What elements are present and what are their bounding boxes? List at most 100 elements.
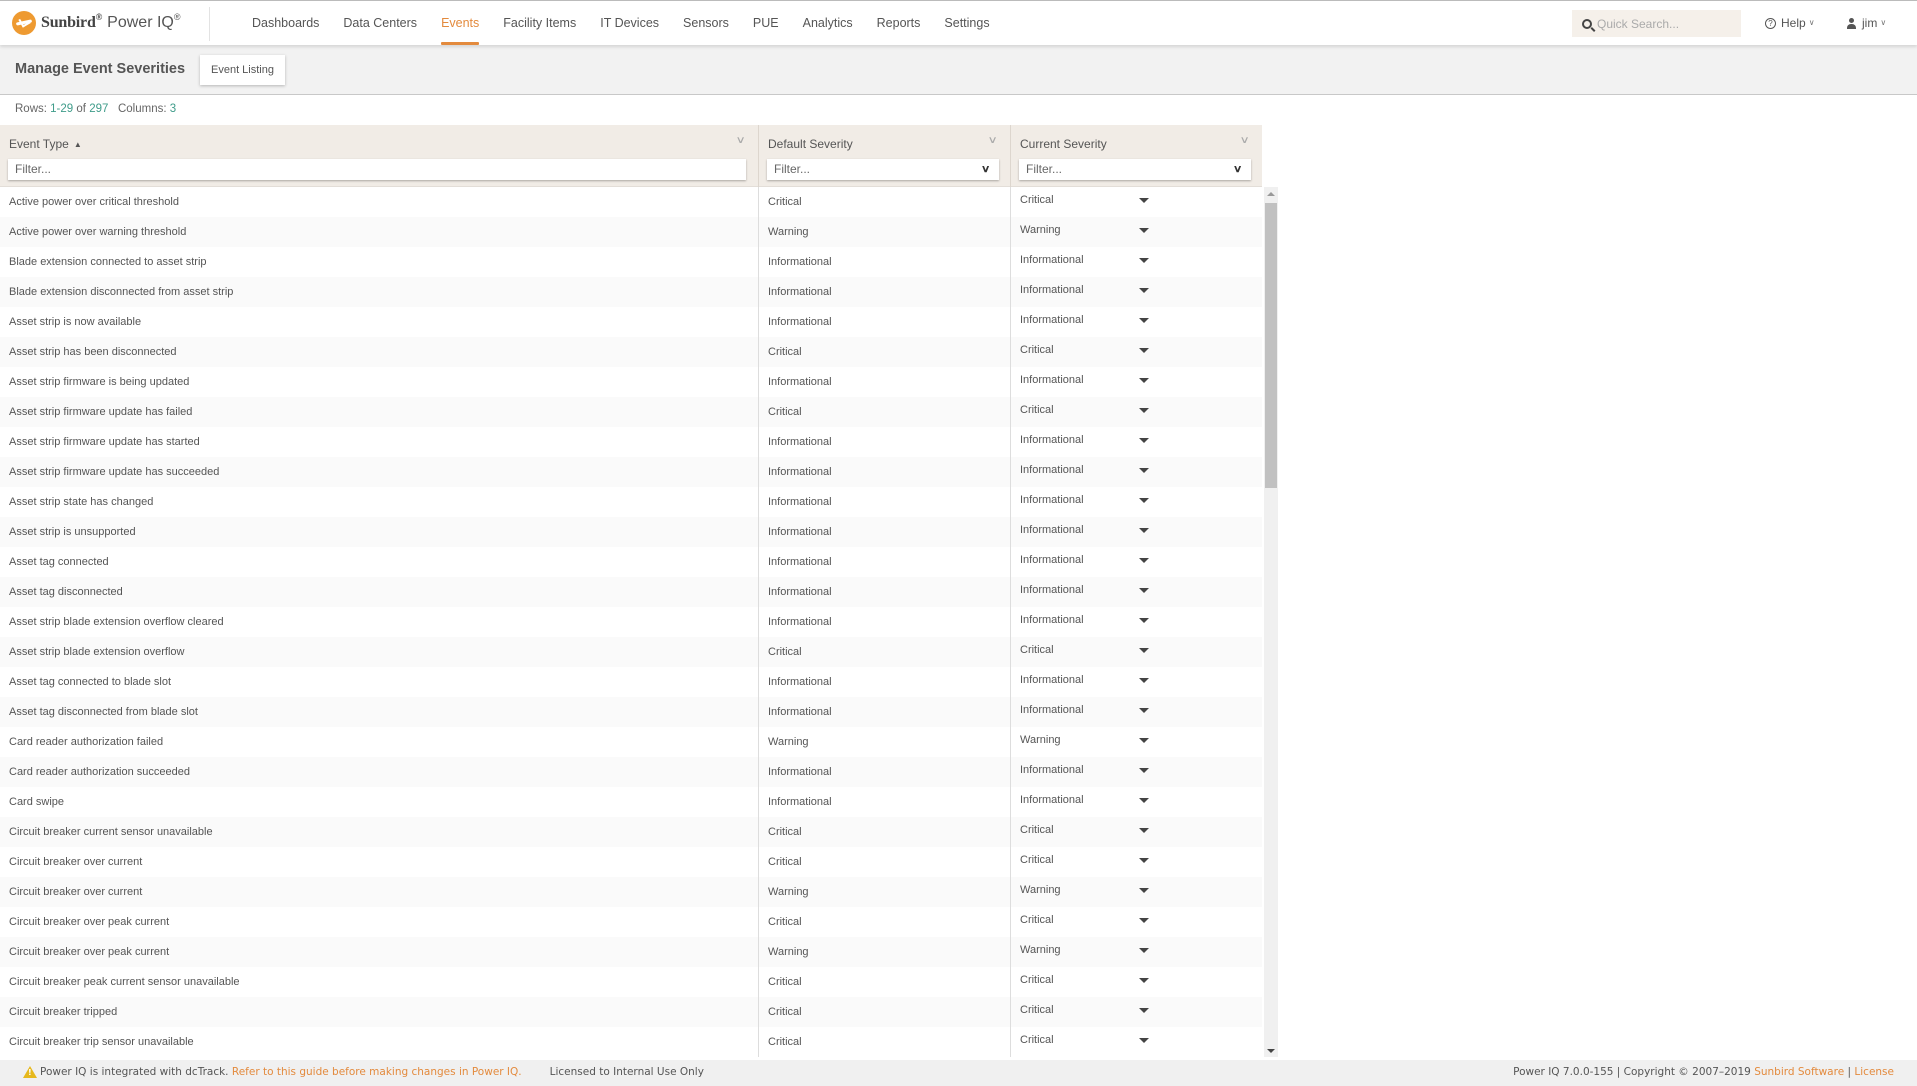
- caret-down-icon[interactable]: [1139, 618, 1149, 623]
- column-menu-chevron-icon[interactable]: ∨: [735, 135, 745, 146]
- caret-down-icon[interactable]: [1139, 828, 1149, 833]
- current-severity-select[interactable]: Informational: [1010, 787, 1262, 817]
- default-severity-filter-select[interactable]: Filter... ∨: [767, 159, 999, 180]
- caret-down-icon[interactable]: [1139, 1008, 1149, 1013]
- scroll-down-arrow-icon[interactable]: [1267, 1049, 1275, 1053]
- current-severity-select[interactable]: Critical: [1010, 817, 1262, 847]
- table-row[interactable]: Active power over warning threshold Warni…: [0, 217, 1262, 247]
- current-severity-select[interactable]: Informational: [1010, 427, 1262, 457]
- caret-down-icon[interactable]: [1139, 708, 1149, 713]
- current-severity-select[interactable]: Critical: [1010, 907, 1262, 937]
- table-row[interactable]: Circuit breaker over current Warning Warni…: [0, 877, 1262, 907]
- table-row[interactable]: Circuit breaker over peak current Critica…: [0, 907, 1262, 937]
- current-severity-select[interactable]: Critical: [1010, 397, 1262, 427]
- caret-down-icon[interactable]: [1139, 348, 1149, 353]
- column-label-current-severity[interactable]: Current Severity: [1020, 137, 1107, 151]
- caret-down-icon[interactable]: [1139, 648, 1149, 653]
- table-row[interactable]: Blade extension disconnected from asset …: [0, 277, 1262, 307]
- caret-down-icon[interactable]: [1139, 318, 1149, 323]
- nav-item-facility-items[interactable]: Facility Items: [491, 1, 588, 45]
- current-severity-select[interactable]: Informational: [1010, 577, 1262, 607]
- caret-down-icon[interactable]: [1139, 408, 1149, 413]
- scroll-up-arrow-icon[interactable]: [1267, 192, 1275, 196]
- caret-down-icon[interactable]: [1139, 438, 1149, 443]
- table-row[interactable]: Circuit breaker trip sensor unavailable C…: [0, 1027, 1262, 1057]
- table-row[interactable]: Circuit breaker over peak current Warning…: [0, 937, 1262, 967]
- nav-item-pue[interactable]: PUE: [741, 1, 791, 45]
- current-severity-select[interactable]: Informational: [1010, 667, 1262, 697]
- table-row[interactable]: Asset tag disconnected from blade slot In…: [0, 697, 1262, 727]
- table-row[interactable]: Asset strip blade extension overflow Crit…: [0, 637, 1262, 667]
- table-row[interactable]: Asset strip is now available Informationa…: [0, 307, 1262, 337]
- nav-item-settings[interactable]: Settings: [932, 1, 1001, 45]
- table-row[interactable]: Asset tag connected to blade slot Informa…: [0, 667, 1262, 697]
- caret-down-icon[interactable]: [1139, 948, 1149, 953]
- caret-down-icon[interactable]: [1139, 738, 1149, 743]
- caret-down-icon[interactable]: [1139, 258, 1149, 263]
- grid-scrollbar[interactable]: [1264, 187, 1278, 1057]
- guide-link[interactable]: Refer to this guide before making change…: [232, 1066, 522, 1078]
- current-severity-select[interactable]: Informational: [1010, 247, 1262, 277]
- table-row[interactable]: Asset strip has been disconnected Critica…: [0, 337, 1262, 367]
- column-menu-chevron-icon[interactable]: ∨: [987, 135, 997, 146]
- current-severity-select[interactable]: Warning: [1010, 217, 1262, 247]
- column-menu-chevron-icon[interactable]: ∨: [1239, 135, 1249, 146]
- table-row[interactable]: Asset strip is unsupported Informational I…: [0, 517, 1262, 547]
- current-severity-select[interactable]: Informational: [1010, 757, 1262, 787]
- current-severity-select[interactable]: Informational: [1010, 457, 1262, 487]
- table-row[interactable]: Asset tag disconnected Informational Infor…: [0, 577, 1262, 607]
- nav-item-it-devices[interactable]: IT Devices: [588, 1, 671, 45]
- table-row[interactable]: Card swipe Informational Informational: [0, 787, 1262, 817]
- nav-item-data-centers[interactable]: Data Centers: [331, 1, 429, 45]
- caret-down-icon[interactable]: [1139, 558, 1149, 563]
- nav-item-events[interactable]: Events: [429, 1, 491, 45]
- table-row[interactable]: Card reader authorization succeeded Infor…: [0, 757, 1262, 787]
- table-row[interactable]: Active power over critical threshold Crit…: [0, 187, 1262, 217]
- table-row[interactable]: Blade extension connected to asset strip…: [0, 247, 1262, 277]
- caret-down-icon[interactable]: [1139, 198, 1149, 203]
- caret-down-icon[interactable]: [1139, 528, 1149, 533]
- table-row[interactable]: Circuit breaker current sensor unavailab…: [0, 817, 1262, 847]
- current-severity-filter-select[interactable]: Filter... ∨: [1019, 159, 1251, 180]
- caret-down-icon[interactable]: [1139, 768, 1149, 773]
- current-severity-select[interactable]: Critical: [1010, 847, 1262, 877]
- current-severity-select[interactable]: Warning: [1010, 727, 1262, 757]
- license-link[interactable]: License: [1854, 1066, 1894, 1078]
- quick-search-input[interactable]: [1597, 16, 1727, 31]
- caret-down-icon[interactable]: [1139, 468, 1149, 473]
- column-label-event-type[interactable]: Event Type ▲: [9, 137, 82, 151]
- table-row[interactable]: Asset tag connected Informational Informat…: [0, 547, 1262, 577]
- caret-down-icon[interactable]: [1139, 228, 1149, 233]
- table-row[interactable]: Asset strip firmware is being updated Inf…: [0, 367, 1262, 397]
- caret-down-icon[interactable]: [1139, 858, 1149, 863]
- table-row[interactable]: Circuit breaker peak current sensor unav…: [0, 967, 1262, 997]
- table-row[interactable]: Asset strip state has changed Information…: [0, 487, 1262, 517]
- current-severity-select[interactable]: Critical: [1010, 637, 1262, 667]
- nav-item-sensors[interactable]: Sensors: [671, 1, 741, 45]
- current-severity-select[interactable]: Critical: [1010, 1027, 1262, 1057]
- user-menu[interactable]: jim ∨: [1847, 1, 1886, 45]
- current-severity-select[interactable]: Informational: [1010, 697, 1262, 727]
- current-severity-select[interactable]: Informational: [1010, 307, 1262, 337]
- current-severity-select[interactable]: Critical: [1010, 967, 1262, 997]
- table-row[interactable]: Asset strip blade extension overflow cle…: [0, 607, 1262, 637]
- table-row[interactable]: Circuit breaker tripped Critical Critical: [0, 997, 1262, 1027]
- nav-item-dashboards[interactable]: Dashboards: [240, 1, 331, 45]
- caret-down-icon[interactable]: [1139, 378, 1149, 383]
- caret-down-icon[interactable]: [1139, 498, 1149, 503]
- column-header-event-type[interactable]: Event Type ▲ ∨ Filter...: [0, 125, 758, 187]
- current-severity-select[interactable]: Informational: [1010, 547, 1262, 577]
- nav-item-analytics[interactable]: Analytics: [791, 1, 865, 45]
- current-severity-select[interactable]: Informational: [1010, 277, 1262, 307]
- current-severity-select[interactable]: Critical: [1010, 337, 1262, 367]
- caret-down-icon[interactable]: [1139, 798, 1149, 803]
- caret-down-icon[interactable]: [1139, 978, 1149, 983]
- caret-down-icon[interactable]: [1139, 288, 1149, 293]
- current-severity-select[interactable]: Critical: [1010, 997, 1262, 1027]
- quick-search[interactable]: [1572, 10, 1741, 37]
- table-row[interactable]: Asset strip firmware update has started I…: [0, 427, 1262, 457]
- table-row[interactable]: Card reader authorization failed Warning W…: [0, 727, 1262, 757]
- current-severity-select[interactable]: Informational: [1010, 367, 1262, 397]
- column-label-default-severity[interactable]: Default Severity: [768, 137, 853, 151]
- event-listing-button[interactable]: Event Listing: [200, 55, 285, 85]
